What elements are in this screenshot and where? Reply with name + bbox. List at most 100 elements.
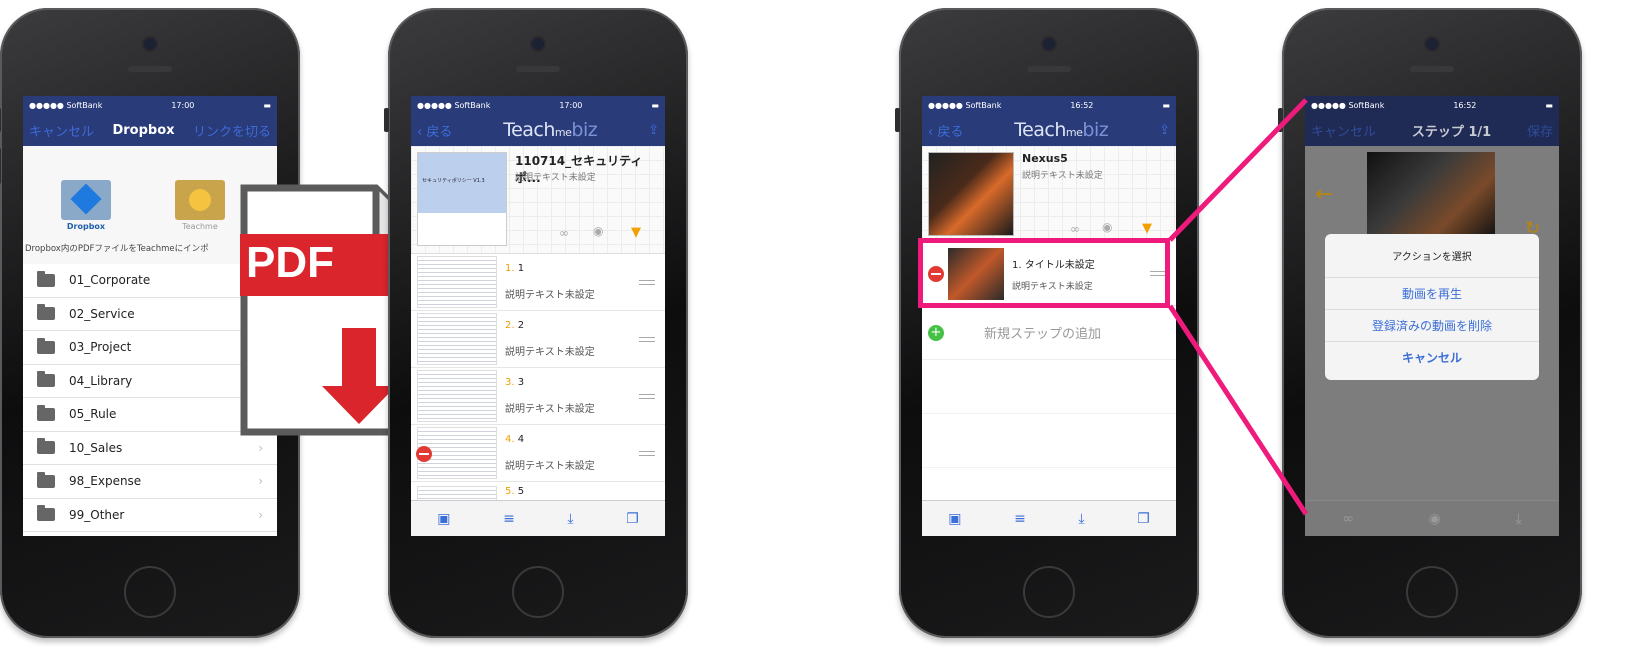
phone-teachme-steps: ●●●●● SoftBank 17:00 ▬ ‹ 戻る Teachmebiz ⇪… — [384, 8, 688, 638]
bottom-toolbar: ∞ ◉ ⤓ — [1305, 500, 1559, 536]
cancel-button[interactable]: キャンセル — [29, 121, 94, 140]
video-preview — [1367, 152, 1495, 238]
step-list: 1. 1 説明テキスト未設定 2. 2 説明テキスト未設定 3. 3 説明テキスト未設… — [411, 254, 665, 512]
arrow-left-icon[interactable]: ← — [1315, 182, 1333, 207]
folder-name: 02_Service — [69, 306, 135, 321]
step-description: 説明テキスト未設定 — [505, 404, 595, 415]
step-description: 説明テキスト未設定 — [505, 290, 595, 301]
battery-icon: ▬ — [651, 100, 659, 110]
step-title: 3 — [517, 377, 525, 388]
cancel-button[interactable]: キャンセル — [1311, 121, 1376, 140]
dropbox-logo-icon — [70, 183, 102, 215]
link-icon[interactable]: ∞ — [1070, 222, 1080, 236]
folder-row[interactable]: 98_Expense › — [23, 465, 277, 499]
speaker-grille — [1027, 66, 1071, 72]
action-dialog: アクションを選択 動画を再生 登録済みの動画を削除 キャンセル — [1325, 234, 1539, 380]
document-cover — [928, 152, 1014, 236]
home-button — [512, 566, 564, 618]
document-header: セキュリティポリシー V1.3 110714_セキュリティポ... 説明テキスト… — [411, 146, 665, 254]
import-description: Dropbox内のPDFファイルをTeachmeにインポ — [25, 244, 209, 254]
share-icon[interactable]: ⇪ — [1159, 123, 1170, 138]
reorder-handle-icon[interactable] — [639, 393, 655, 399]
phone-side-button — [895, 108, 900, 132]
share-icon[interactable]: ⇪ — [648, 123, 659, 138]
list-icon[interactable]: ≡ — [503, 511, 515, 527]
step-row[interactable]: 4. 4 説明テキスト未設定 — [411, 425, 665, 482]
back-button[interactable]: ‹ 戻る — [928, 121, 963, 140]
import-icon[interactable]: ⤓ — [567, 511, 573, 527]
add-step-row[interactable]: 新規ステップの追加 — [922, 306, 1176, 360]
play-video-button[interactable]: 動画を再生 — [1325, 278, 1539, 310]
speaker-grille — [1410, 66, 1454, 72]
camera-icon — [532, 38, 544, 50]
folder-row[interactable]: 99_Other › — [23, 499, 277, 532]
chevron-right-icon: › — [258, 507, 263, 522]
location-pin-icon[interactable]: ◉ — [593, 224, 603, 238]
add-circle-icon — [928, 324, 944, 341]
folder-icon — [37, 438, 55, 455]
dialog-title: アクションを選択 — [1325, 234, 1539, 278]
location-pin-icon[interactable]: ◉ — [1102, 220, 1112, 234]
cover-title: セキュリティポリシー V1.3 — [418, 153, 506, 213]
step-row[interactable]: 1. 1 説明テキスト未設定 — [411, 254, 665, 311]
copy-icon[interactable]: ❐ — [1137, 511, 1150, 527]
phone-teachme-video: ●●●●● SoftBank 16:52 ▬ ‹ 戻る Teachmebiz ⇪… — [895, 8, 1199, 638]
save-button[interactable]: 保存 — [1527, 121, 1553, 140]
nav-bar: キャンセル Dropbox リンクを切る — [23, 114, 277, 146]
list-icon[interactable]: ≡ — [1014, 511, 1026, 527]
step-title: 2 — [517, 320, 525, 331]
back-button[interactable]: ‹ 戻る — [417, 121, 452, 140]
book-icon[interactable]: ▣ — [437, 511, 450, 527]
phone-side-button — [1278, 108, 1283, 132]
import-icon[interactable]: ⤓ — [1078, 511, 1084, 527]
camera-icon — [1426, 38, 1438, 50]
owl-icon — [189, 189, 211, 211]
folder-icon — [37, 471, 55, 488]
bottom-toolbar: ▣ ≡ ⤓ ❐ — [922, 500, 1176, 536]
delete-video-button[interactable]: 登録済みの動画を削除 — [1325, 310, 1539, 342]
copy-icon[interactable]: ❐ — [626, 511, 639, 527]
document-description: 説明テキスト未設定 — [1022, 171, 1103, 181]
triangle-down-icon[interactable]: ▼ — [1142, 221, 1152, 236]
unlink-button[interactable]: リンクを切る — [193, 121, 271, 140]
step-row[interactable]: 2. 2 説明テキスト未設定 — [411, 311, 665, 368]
folder-name: 03_Project — [69, 340, 132, 355]
folder-icon — [37, 505, 55, 522]
phone-side-button — [384, 108, 389, 132]
logo-part: Teach — [503, 119, 555, 141]
home-button — [1023, 566, 1075, 618]
teachme-logo: Teachmebiz — [1014, 119, 1108, 141]
step-number: 3. — [505, 377, 515, 388]
step-number: 1. — [505, 263, 515, 274]
clock: 17:00 — [559, 100, 583, 110]
screen: ●●●●● SoftBank 16:52 ▬ キャンセル ステップ 1/1 保存… — [1305, 96, 1559, 536]
carrier-label: ●●●●● SoftBank — [928, 100, 1002, 110]
link-icon[interactable]: ∞ — [1342, 511, 1354, 527]
step-editor: ← ↻ アクションを選択 動画を再生 登録済みの動画を削除 キャンセル — [1305, 146, 1559, 500]
document-cover: セキュリティポリシー V1.3 — [417, 152, 507, 246]
reorder-handle-icon[interactable] — [639, 450, 655, 456]
reorder-handle-icon[interactable] — [639, 336, 655, 342]
book-icon[interactable]: ▣ — [948, 511, 961, 527]
link-icon[interactable]: ∞ — [559, 226, 569, 240]
dialog-cancel-button[interactable]: キャンセル — [1325, 342, 1539, 376]
folder-name: 04_Library — [69, 373, 133, 388]
nav-bar: ‹ 戻る Teachmebiz ⇪ — [411, 114, 665, 146]
location-pin-icon[interactable]: ◉ — [1429, 511, 1441, 527]
folder-icon — [37, 270, 55, 287]
status-bar: ●●●●● SoftBank 17:00 ▬ — [23, 96, 277, 114]
battery-icon: ▬ — [1545, 100, 1553, 110]
teachme-folder-icon — [175, 180, 225, 220]
step-row[interactable]: 3. 3 説明テキスト未設定 — [411, 368, 665, 425]
phone-side-button — [0, 108, 1, 132]
folder-icon — [37, 304, 55, 321]
delete-circle-icon[interactable] — [416, 446, 432, 462]
logo-part: me — [1065, 126, 1083, 139]
triangle-down-icon[interactable]: ▼ — [631, 225, 641, 240]
empty-row — [922, 360, 1176, 414]
carrier-label: ●●●●● SoftBank — [1311, 100, 1385, 110]
reorder-handle-icon[interactable] — [639, 279, 655, 285]
import-icon[interactable]: ⤓ — [1515, 511, 1521, 527]
step-description: 説明テキスト未設定 — [505, 461, 595, 472]
clock: 17:00 — [171, 100, 195, 110]
